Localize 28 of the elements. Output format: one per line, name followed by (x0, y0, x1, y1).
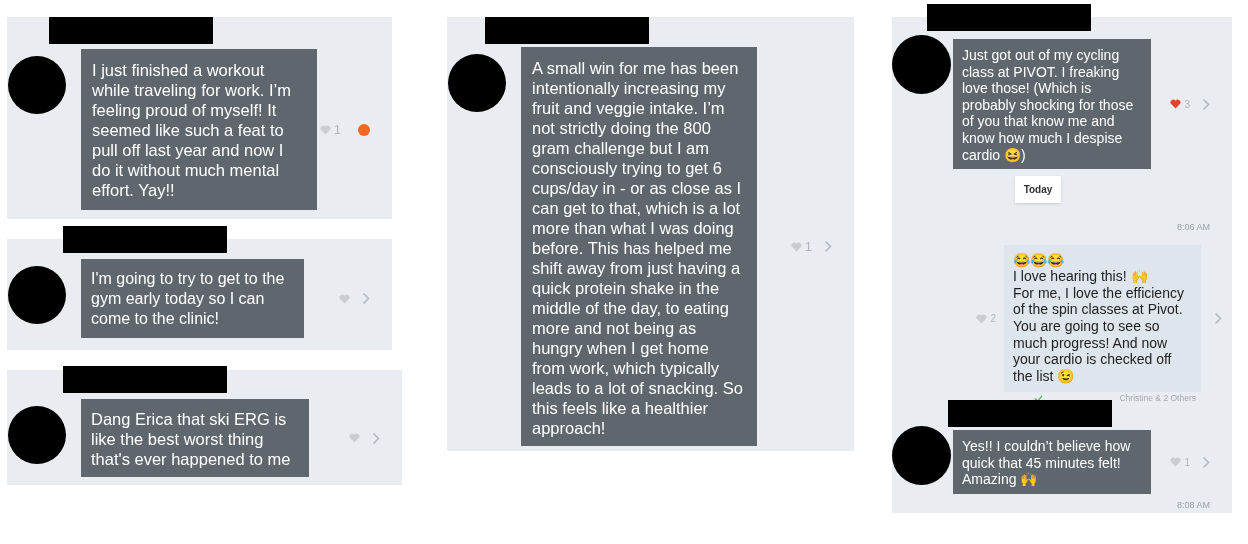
avatar (8, 266, 66, 324)
avatar (8, 56, 66, 114)
avatar (8, 406, 66, 464)
chevron-icon[interactable] (1214, 312, 1222, 326)
chevron-icon[interactable] (362, 292, 370, 305)
like-count: 1 (804, 237, 812, 256)
message-bubble: A small win for me has been intentionally increasing my fruit and veggie intake. I’m not strictly doing the 800 gram challenge but I am consciously trying to get 6 cups/day in - or as close as I can get to that, which is a lot more than what I was doing before. This has helped me shift away from just having a quick protein shake in the middle of the day, to eating more and not being as hungry when I get home from work, which typically leads to a lot of snacking. So this feels like a healthier approach! (521, 47, 757, 446)
chevron-icon[interactable] (824, 240, 832, 253)
like-count: 1 (1184, 455, 1190, 470)
like-count: 1 (333, 120, 341, 139)
chevron-icon[interactable] (372, 431, 380, 445)
message-bubble: 😂😂😂 I love hearing this! 🙌 For me, I love the efficiency of the spin classes at Pivot. You are going to see so much progress! And now your cardio is checked off the list 😉 (1004, 244, 1201, 393)
avatar (448, 54, 506, 112)
chevron-icon[interactable] (1202, 455, 1210, 469)
chevron-icon[interactable] (1202, 97, 1210, 111)
timestamp: 8:06 AM (1176, 221, 1210, 235)
heart-icon[interactable] (1170, 99, 1182, 110)
message-bubble: Yes!! I couldn’t believe how quick that 45 minutes felt! Amazing 🙌 (953, 430, 1151, 494)
avatar (892, 426, 951, 486)
timestamp: 8:08 AM (1176, 498, 1210, 512)
message-bubble: Just got out of my cycling class at PIVOT. I freaking love those! (Which is probably shocking for those of you that know me and know how much I despise cardio 😆) (953, 39, 1151, 170)
message-bubble: Dang Erica that ski ERG is like the best worst thing that's ever happened to me (81, 399, 309, 477)
like-count: 2 (990, 312, 996, 327)
read-receipt: Christine & 2 Others (1119, 392, 1196, 406)
date-chip: Today (1014, 176, 1062, 204)
message-bubble: I just finished a workout while traveling for work. I’m feeling proud of myself! It seemed like such a feat to pull off last year and now I do it without much mental effort. Yay!! (81, 49, 317, 210)
like-count: 3 (1184, 97, 1190, 112)
message-bubble: I'm going to try to get to the gym early today so I can come to the clinic! (81, 259, 304, 338)
